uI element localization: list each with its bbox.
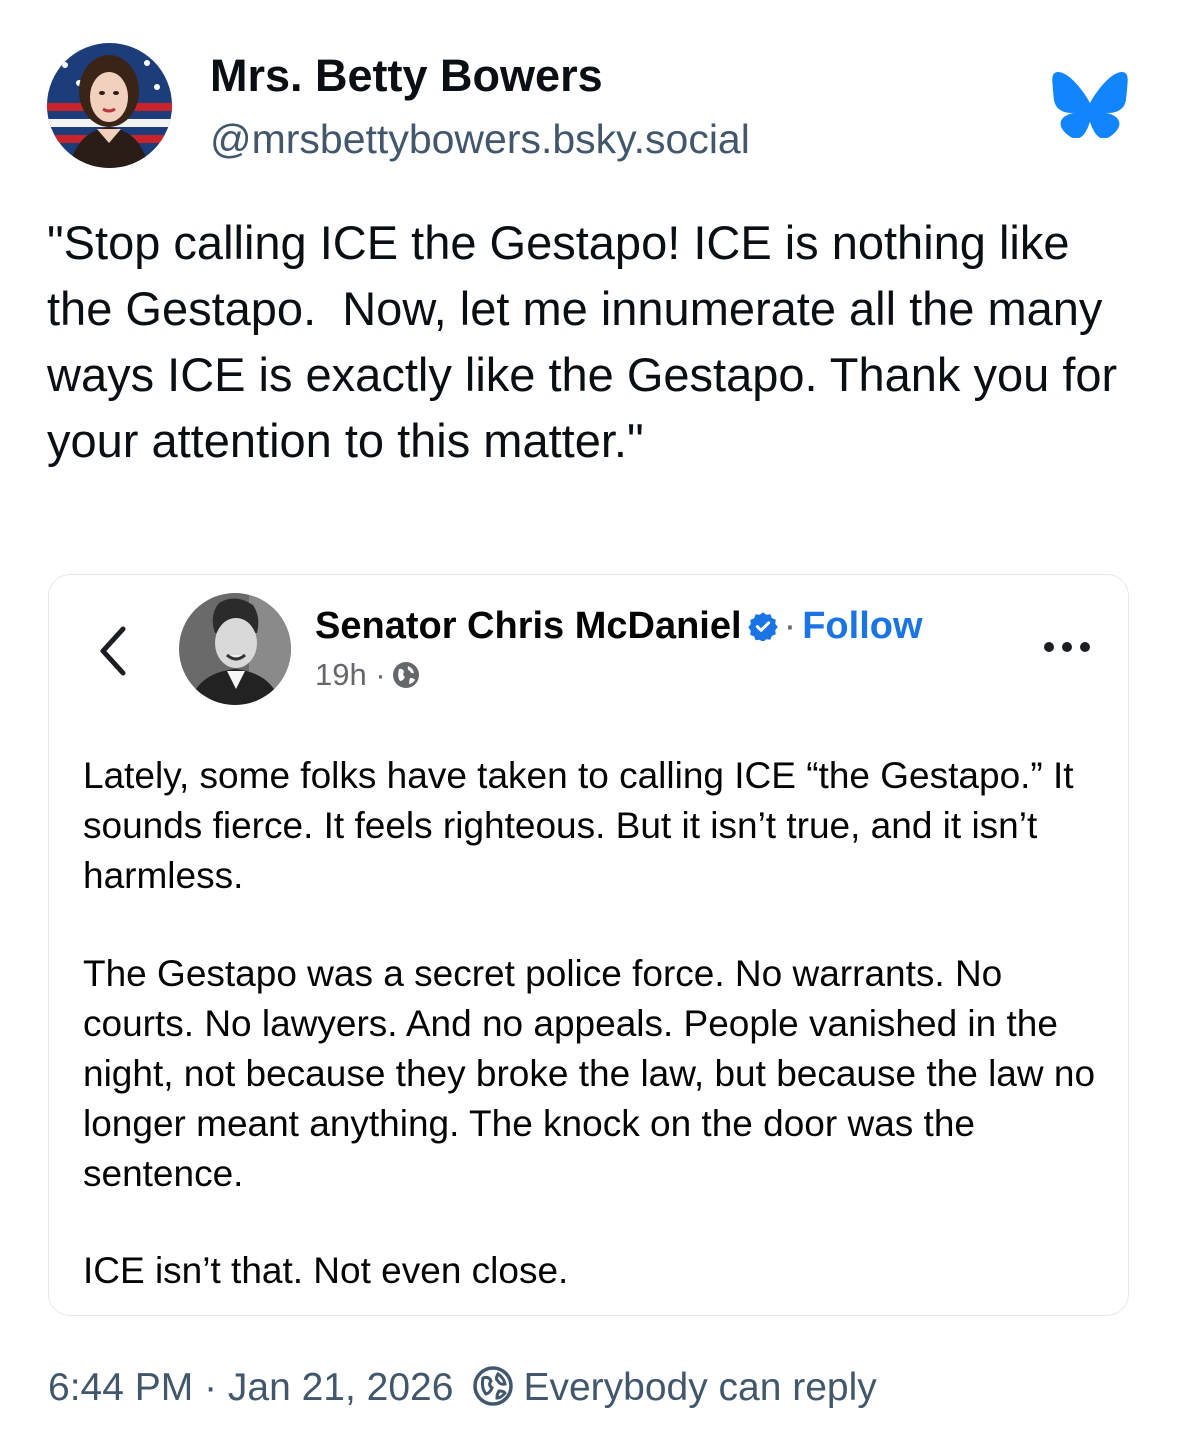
reply-settings-globe-icon xyxy=(471,1364,515,1408)
follow-separator: · xyxy=(783,605,797,647)
embed-post-time: 19h · xyxy=(315,657,386,692)
embedded-screenshot-card[interactable]: Senator Chris McDaniel · Follow 19h · Late… xyxy=(48,574,1129,1316)
post-header: Mrs. Betty Bowers @mrsbettybowers.bsky.s… xyxy=(0,0,1179,190)
post-footer: 6:44 PM · Jan 21, 2026 Everybody can repl… xyxy=(48,1363,877,1413)
embed-author-row: Senator Chris McDaniel · Follow xyxy=(315,603,923,649)
back-chevron-icon xyxy=(93,621,133,681)
author-avatar[interactable] xyxy=(47,43,172,168)
embed-paragraph: Lately, some folks have taken to calling… xyxy=(83,755,1074,896)
embed-paragraph: ICE isn’t that. Not even close. xyxy=(83,1250,569,1291)
embed-author-avatar xyxy=(179,593,291,705)
embed-paragraph: The Gestapo was a secret police force. N… xyxy=(83,953,1096,1194)
more-options-icon[interactable] xyxy=(1039,637,1099,657)
avatar-image xyxy=(47,43,172,168)
author-display-name[interactable]: Mrs. Betty Bowers xyxy=(210,50,603,102)
globe-icon xyxy=(390,659,422,691)
follow-button[interactable]: Follow xyxy=(802,605,922,647)
post-timestamp[interactable]: 6:44 PM · Jan 21, 2026 xyxy=(48,1366,453,1409)
reply-setting-label[interactable]: Everybody can reply xyxy=(523,1366,876,1409)
embed-author-name[interactable]: Senator Chris McDaniel xyxy=(315,605,742,647)
embed-post-meta: 19h · xyxy=(315,657,422,693)
bluesky-butterfly-icon xyxy=(1052,72,1128,139)
post-text: "Stop calling ICE the Gestapo! ICE is no… xyxy=(47,216,1131,467)
verified-badge-icon xyxy=(747,606,778,643)
author-handle[interactable]: @mrsbettybowers.bsky.social xyxy=(210,116,750,163)
